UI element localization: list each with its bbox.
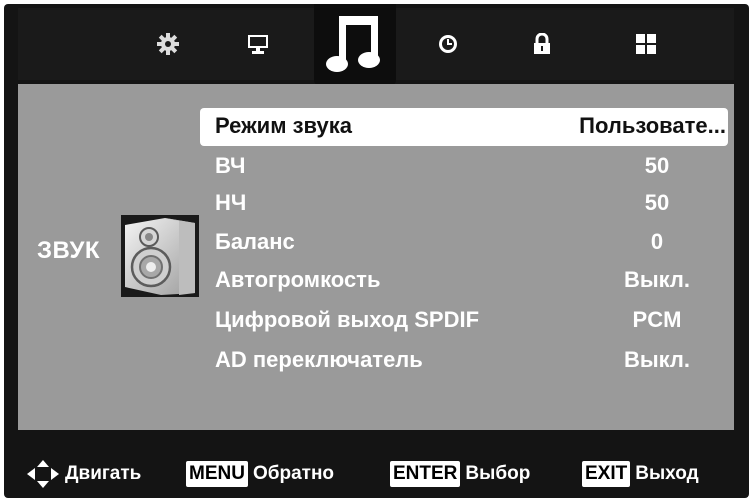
menu-item-label: Автогромкость xyxy=(215,267,381,292)
section-title: ЗВУК xyxy=(37,237,101,264)
gear-icon xyxy=(157,33,179,55)
menu-item-label: Цифровой выход SPDIF xyxy=(215,307,480,332)
hint-exit-label: Выход xyxy=(635,463,699,484)
hint-menu: MENU Обратно xyxy=(186,460,334,488)
dpad-icon xyxy=(27,460,59,488)
menu-item-balance[interactable]: Баланс 0 xyxy=(200,224,728,262)
tab-settings[interactable] xyxy=(138,8,198,80)
hint-move-label: Двигать xyxy=(65,463,142,484)
tab-time[interactable] xyxy=(418,8,478,80)
hint-exit: EXIT Выход xyxy=(582,460,699,488)
grid-icon xyxy=(636,34,656,54)
menu-item-value: 50 xyxy=(644,153,670,178)
menu-item-value: Выкл. xyxy=(623,347,691,372)
menu-item-value: Выкл. xyxy=(623,267,691,292)
menu-item-label: AD переключатель xyxy=(215,347,423,372)
menu-item-spdif-output[interactable]: Цифровой выход SPDIF PCM xyxy=(200,302,728,340)
menu-item-value: 0 xyxy=(650,229,664,254)
tab-picture[interactable] xyxy=(228,8,288,80)
monitor-icon xyxy=(248,35,268,54)
menu-item-value: PCM xyxy=(632,307,682,332)
music-note-icon xyxy=(326,16,380,72)
tv-osd-screen: ЗВУК Режим звука Пользовате... ВЧ 50 НЧ … xyxy=(4,4,749,498)
tab-apps[interactable] xyxy=(616,8,676,80)
menu-item-value: 50 xyxy=(644,190,670,215)
menu-item-label: Баланс xyxy=(215,229,295,254)
tab-lock[interactable] xyxy=(512,8,572,80)
menu-item-label: ВЧ xyxy=(215,153,246,178)
hint-enter-label: Выбор xyxy=(465,463,531,484)
menu-item-sound-mode[interactable]: Режим звука Пользовате... xyxy=(200,108,728,146)
enter-key-label: ENTER xyxy=(390,461,461,487)
tab-sound[interactable] xyxy=(314,4,396,86)
menu-item-treble[interactable]: ВЧ 50 xyxy=(200,148,728,186)
speaker-icon xyxy=(121,215,199,297)
menu-item-label: НЧ xyxy=(215,190,247,215)
hint-move: Двигать xyxy=(26,460,141,488)
menu-key-label: MENU xyxy=(186,461,248,487)
menu-item-bass[interactable]: НЧ 50 xyxy=(200,185,728,223)
category-tab-bar xyxy=(18,4,734,86)
clock-icon xyxy=(439,35,457,53)
menu-item-label: Режим звука xyxy=(215,113,352,138)
hint-menu-label: Обратно xyxy=(252,463,335,484)
exit-key-label: EXIT xyxy=(582,461,631,487)
menu-item-auto-volume[interactable]: Автогромкость Выкл. xyxy=(200,262,728,300)
menu-item-ad-switch[interactable]: AD переключатель Выкл. xyxy=(200,342,728,380)
key-hint-bar: Двигать MENU Обратно ENTER Выбор EXIT Вы… xyxy=(4,452,749,496)
sound-menu-panel: ЗВУК Режим звука Пользовате... ВЧ 50 НЧ … xyxy=(18,84,734,430)
hint-enter: ENTER Выбор xyxy=(390,460,530,488)
padlock-icon xyxy=(534,33,550,54)
menu-item-value: Пользовате... xyxy=(579,113,726,138)
